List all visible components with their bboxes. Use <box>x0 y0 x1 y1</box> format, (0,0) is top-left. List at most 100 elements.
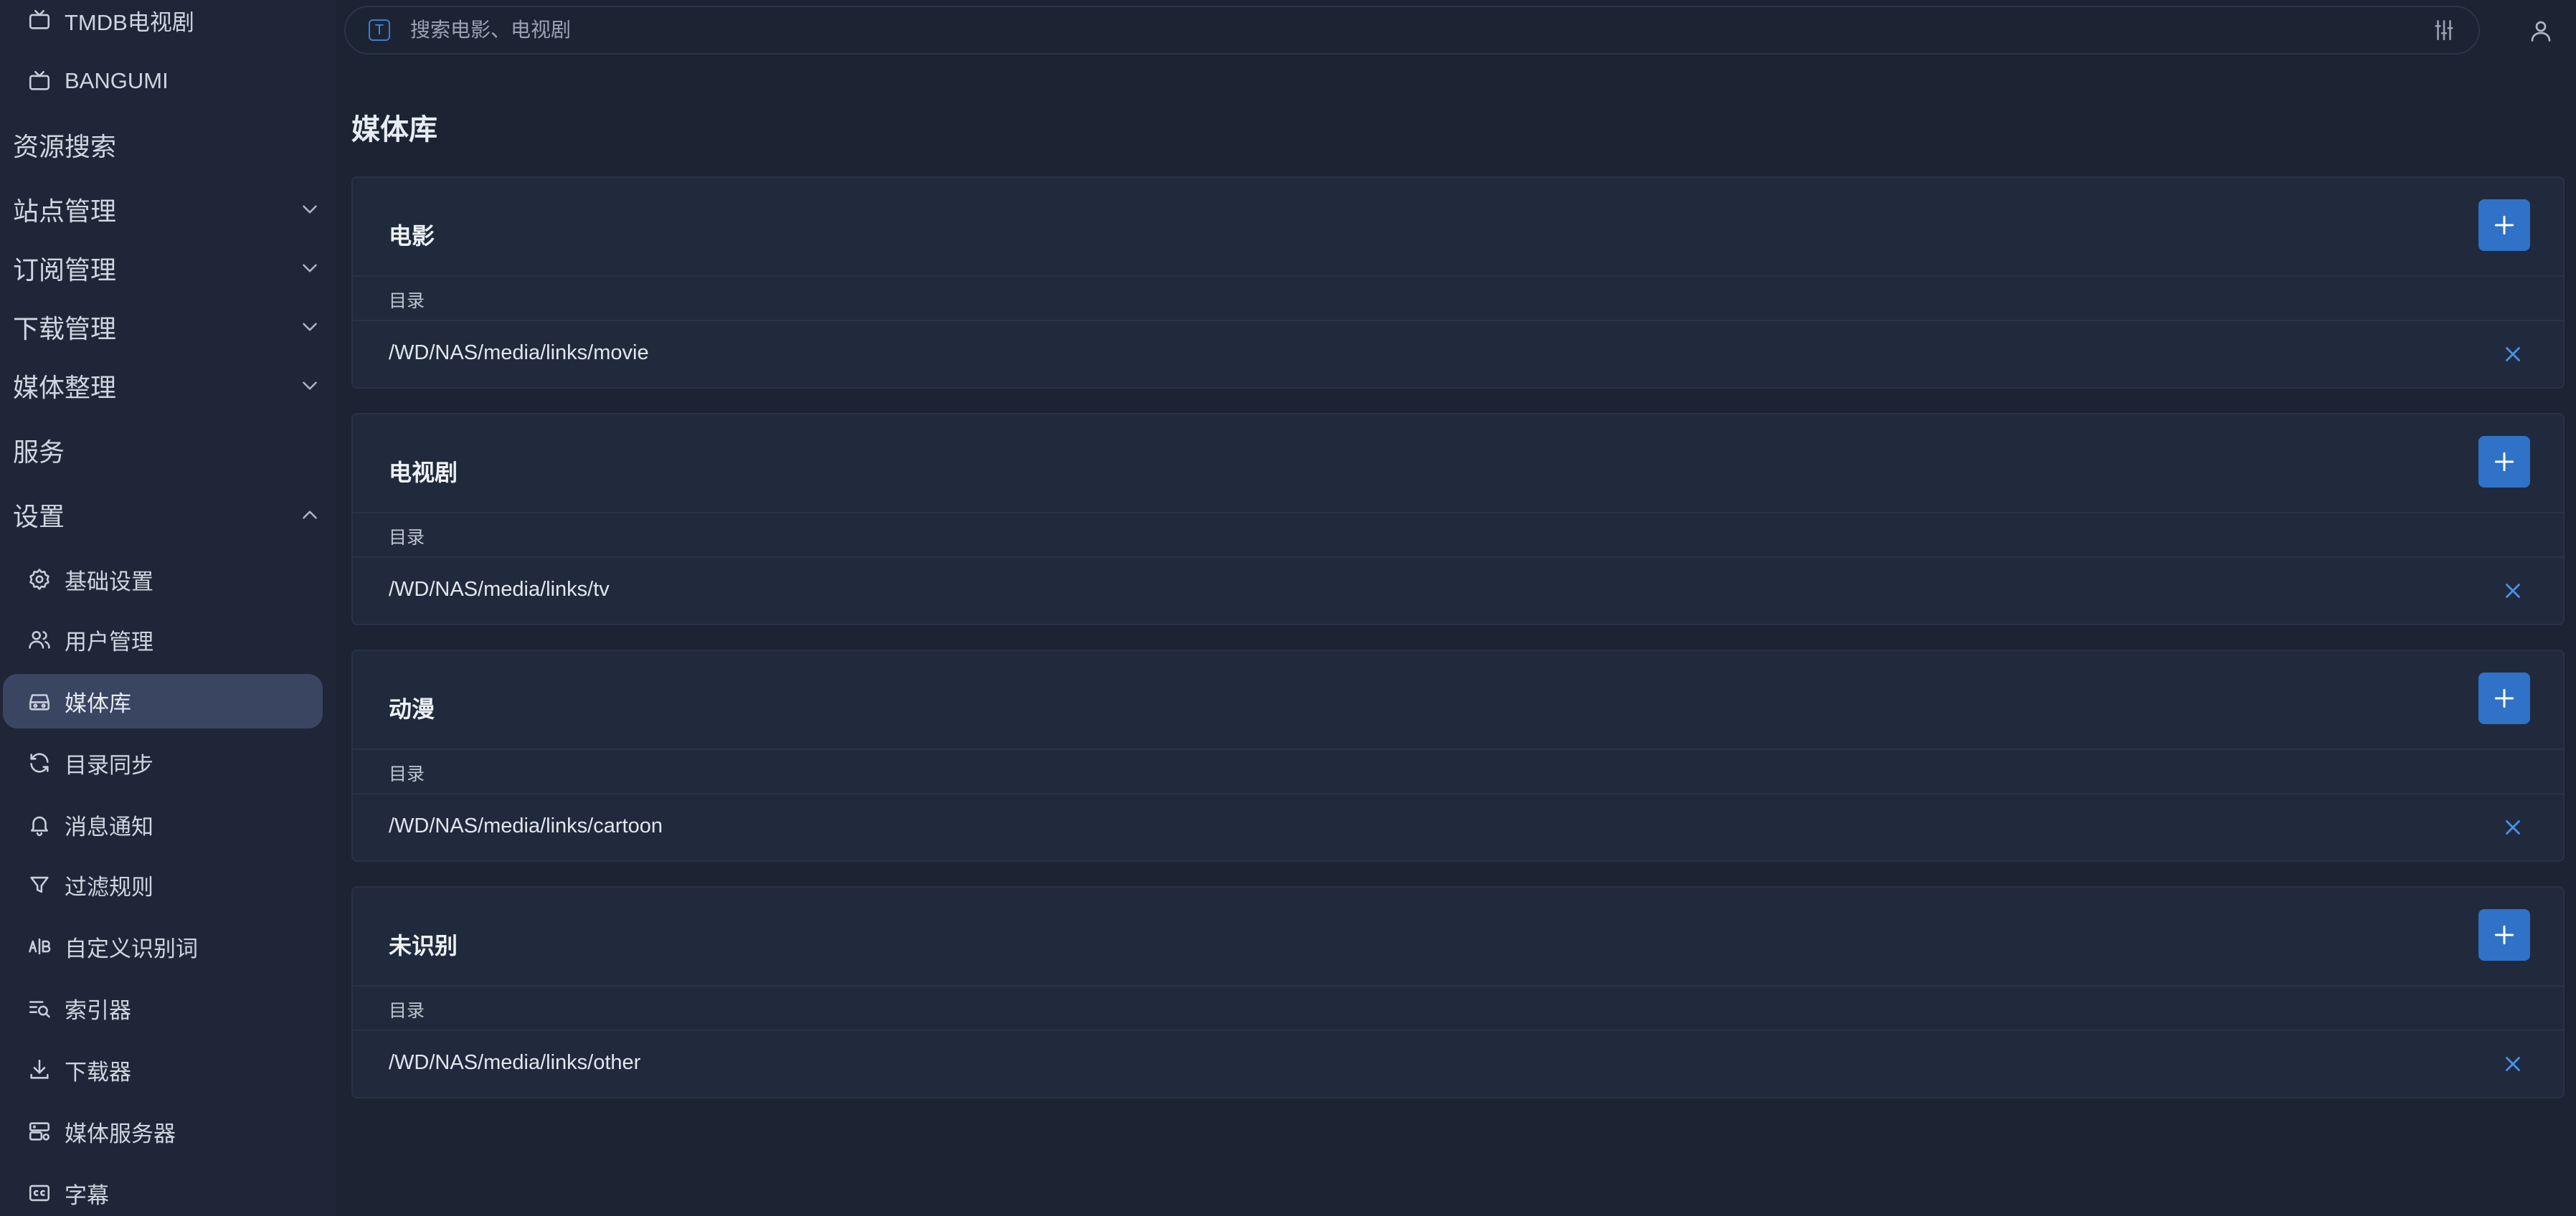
library-name: 未识别 <box>389 933 458 959</box>
sidebar-group-subscription-management[interactable]: 订阅管理 <box>0 239 336 297</box>
directory-path: /WD/NAS/media/links/cartoon <box>389 814 663 837</box>
download-icon <box>26 1056 53 1083</box>
search-bar[interactable]: T <box>344 6 2480 54</box>
column-header: 目录 <box>353 985 2563 1031</box>
sidebar-item-directory-sync[interactable]: 目录同步 <box>0 736 336 790</box>
sidebar-item-label: 设置 <box>13 502 65 531</box>
sidebar-item-label: 下载器 <box>65 1059 131 1085</box>
app-root: TMDB电视剧 BANGUMI 资源搜索 站点管理 订阅管理 下载管理 媒体整理… <box>0 0 2576 1216</box>
plus-icon <box>2490 921 2519 949</box>
add-directory-button[interactable] <box>2478 199 2530 251</box>
sidebar-item-label: 媒体整理 <box>13 373 117 402</box>
column-header: 目录 <box>353 512 2563 558</box>
chevron-up-icon <box>297 502 323 528</box>
plus-icon <box>2490 211 2519 239</box>
close-icon[interactable] <box>2499 576 2527 605</box>
sidebar-item-label: 资源搜索 <box>13 132 117 161</box>
sidebar-group-media-organize[interactable]: 媒体整理 <box>0 357 336 414</box>
sidebar-item-label: 过滤规则 <box>65 874 153 900</box>
library-name: 动漫 <box>389 696 435 722</box>
sidebar-item-label: 下载管理 <box>13 314 117 343</box>
tv-icon <box>26 6 53 34</box>
sidebar-item-tmdb-tv[interactable]: TMDB电视剧 <box>0 0 336 47</box>
search-type-badge: T <box>369 19 390 41</box>
sidebar-item-custom-words[interactable]: 自定义识别词 <box>0 919 336 974</box>
sidebar-item-label: 媒体库 <box>65 690 131 716</box>
library-card-cartoon: 动漫 目录 /WD/NAS/media/links/cartoon <box>351 650 2565 862</box>
sidebar-group-settings[interactable]: 设置 <box>0 486 336 543</box>
sidebar-item-services[interactable]: 服务 <box>0 422 336 479</box>
sidebar-item-label: 订阅管理 <box>13 255 117 285</box>
sidebar-item-downloader[interactable]: 下载器 <box>0 1042 336 1097</box>
close-icon[interactable] <box>2499 813 2527 842</box>
page-title: 媒体库 <box>351 114 437 146</box>
bell-icon <box>26 811 53 838</box>
column-header-label: 目录 <box>389 291 425 311</box>
tv-icon <box>26 67 53 95</box>
filter-icon <box>26 871 53 898</box>
sidebar-item-resource-search[interactable]: 资源搜索 <box>0 116 336 174</box>
user-icon[interactable] <box>2526 16 2556 46</box>
column-header: 目录 <box>353 275 2563 321</box>
directory-row: /WD/NAS/media/links/cartoon <box>353 794 2563 862</box>
sidebar-item-label: 索引器 <box>65 997 131 1023</box>
sidebar-group-download-management[interactable]: 下载管理 <box>0 298 336 356</box>
sidebar-item-media-library[interactable]: 媒体库 <box>3 674 323 728</box>
column-header: 目录 <box>353 749 2563 794</box>
server-icon <box>26 1118 53 1145</box>
add-directory-button[interactable] <box>2478 673 2530 724</box>
sidebar-item-label: TMDB电视剧 <box>65 9 194 35</box>
sidebar-item-indexer[interactable]: 索引器 <box>0 981 336 1035</box>
chevron-down-icon <box>297 196 323 222</box>
search-input[interactable] <box>409 18 2430 42</box>
indexer-icon <box>26 994 53 1022</box>
directory-row: /WD/NAS/media/links/other <box>353 1031 2563 1098</box>
sidebar-item-label: 消息通知 <box>65 814 153 840</box>
library-card-tv: 电视剧 目录 /WD/NAS/media/links/tv <box>351 413 2565 625</box>
library-name: 电视剧 <box>389 460 458 485</box>
sidebar-item-user-management[interactable]: 用户管理 <box>0 612 336 667</box>
directory-path: /WD/NAS/media/links/movie <box>389 341 649 364</box>
column-header-label: 目录 <box>389 528 425 548</box>
plus-icon <box>2490 447 2519 476</box>
sidebar-item-label: 服务 <box>13 437 65 467</box>
ab-icon <box>26 933 53 960</box>
column-header-label: 目录 <box>389 764 425 784</box>
sidebar-item-label: 用户管理 <box>65 629 153 655</box>
directory-row: /WD/NAS/media/links/tv <box>353 558 2563 625</box>
directory-row: /WD/NAS/media/links/movie <box>353 321 2563 389</box>
directory-path: /WD/NAS/media/links/tv <box>389 578 610 601</box>
sidebar-item-basic-settings[interactable]: 基础设置 <box>0 552 336 607</box>
column-header-label: 目录 <box>389 1001 425 1021</box>
sidebar-item-label: 字幕 <box>65 1182 109 1208</box>
gear-icon <box>26 566 53 593</box>
sidebar-item-media-server[interactable]: 媒体服务器 <box>0 1104 336 1159</box>
sidebar-item-bangumi[interactable]: BANGUMI <box>0 54 336 108</box>
add-directory-button[interactable] <box>2478 909 2530 961</box>
chevron-down-icon <box>297 373 323 399</box>
sidebar-item-label: BANGUMI <box>65 68 169 93</box>
sidebar-item-label: 基础设置 <box>65 569 153 594</box>
sidebar: TMDB电视剧 BANGUMI 资源搜索 站点管理 订阅管理 下载管理 媒体整理… <box>0 0 336 1216</box>
library-card-movie: 电影 目录 /WD/NAS/media/links/movie <box>351 176 2565 389</box>
sidebar-item-subtitles[interactable]: 字幕 <box>0 1166 336 1216</box>
directory-path: /WD/NAS/media/links/other <box>389 1051 641 1074</box>
sidebar-item-notifications[interactable]: 消息通知 <box>0 797 336 852</box>
sidebar-item-filter-rules[interactable]: 过滤规则 <box>0 858 336 912</box>
media-library-icon <box>26 688 53 715</box>
sidebar-item-label: 媒体服务器 <box>65 1121 176 1146</box>
sync-icon <box>26 749 53 776</box>
chevron-down-icon <box>297 255 323 281</box>
plus-icon <box>2490 684 2519 713</box>
library-name: 电影 <box>389 223 435 249</box>
close-icon[interactable] <box>2499 340 2527 369</box>
filter-settings-icon[interactable] <box>2430 16 2458 44</box>
add-directory-button[interactable] <box>2478 436 2530 488</box>
sidebar-item-label: 目录同步 <box>65 752 153 778</box>
chevron-down-icon <box>297 314 323 340</box>
sidebar-item-label: 站点管理 <box>13 196 117 226</box>
library-card-other: 未识别 目录 /WD/NAS/media/links/other <box>351 886 2565 1098</box>
sidebar-group-site-management[interactable]: 站点管理 <box>0 181 336 238</box>
close-icon[interactable] <box>2499 1050 2527 1078</box>
cc-icon <box>26 1179 53 1207</box>
